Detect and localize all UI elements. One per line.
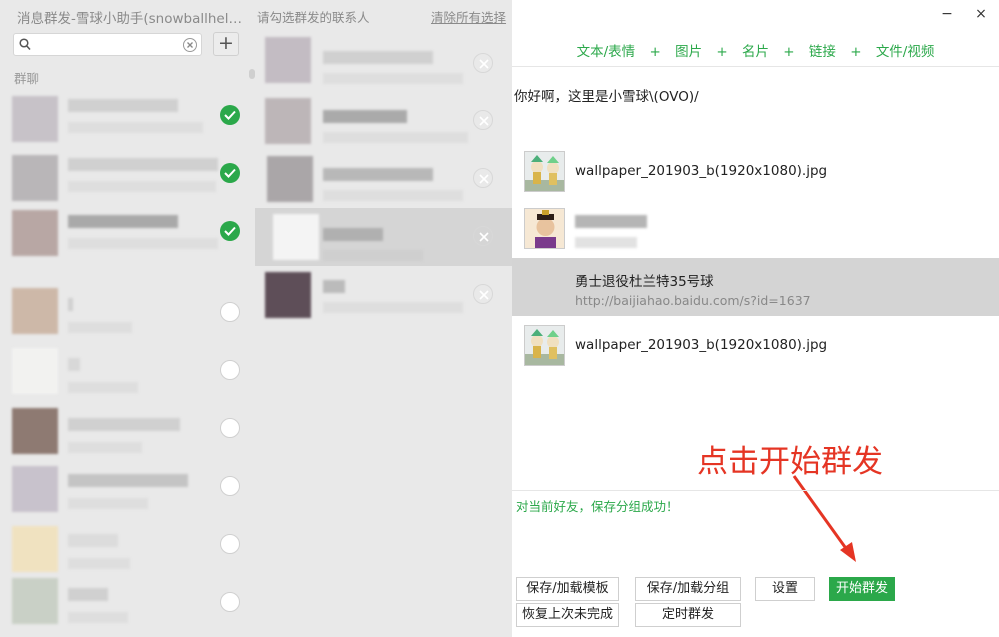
close-button[interactable]: × — [974, 6, 988, 22]
contact-avatar — [524, 208, 565, 249]
contact-checkbox[interactable] — [220, 534, 240, 554]
toolbar-separator: + — [850, 44, 862, 60]
search-box[interactable] — [13, 33, 202, 56]
image-thumbnail — [524, 151, 565, 192]
save-load-template-button[interactable]: 保存/加载模板 — [516, 577, 619, 601]
contact-checkbox[interactable] — [220, 163, 240, 183]
remove-contact-button[interactable] — [473, 168, 493, 188]
selected-contact-row[interactable] — [255, 150, 512, 208]
settings-button[interactable]: 设置 — [755, 577, 815, 601]
remove-contact-button[interactable] — [473, 110, 493, 130]
window-title: 消息群发-雪球小助手(snowballhel… — [17, 11, 242, 27]
clear-search-icon[interactable] — [183, 38, 197, 56]
selected-contact-row[interactable] — [255, 92, 512, 150]
status-message: 对当前好友，保存分组成功！ — [516, 499, 679, 514]
contact-checkbox[interactable] — [220, 592, 240, 612]
search-icon — [19, 38, 31, 55]
contact-checkbox[interactable] — [220, 302, 240, 322]
attachment-image[interactable]: wallpaper_201903_b(1920x1080).jpg — [512, 151, 999, 193]
contact-checkbox[interactable] — [220, 105, 240, 125]
start-mass-send-button[interactable]: 开始群发 — [829, 577, 895, 601]
add-button[interactable]: + — [213, 32, 239, 56]
message-editor-panel: − × 文本/表情 + 图片 + 名片 + 链接 + 文件/视频 你好啊，这里是… — [512, 0, 999, 637]
insert-toolbar: 文本/表情 + 图片 + 名片 + 链接 + 文件/视频 — [512, 40, 999, 60]
divider — [512, 66, 999, 67]
search-input[interactable] — [36, 36, 176, 53]
contact-row[interactable] — [12, 155, 218, 205]
add-image-button[interactable]: 图片 — [673, 44, 704, 60]
attachment-filename: wallpaper_201903_b(1920x1080).jpg — [575, 337, 828, 353]
toolbar-separator: + — [716, 44, 728, 60]
contact-row[interactable] — [12, 466, 197, 516]
toolbar-separator: + — [783, 44, 795, 60]
selected-contact-row[interactable] — [255, 34, 512, 92]
contact-checkbox[interactable] — [220, 418, 240, 438]
contact-row[interactable] — [12, 96, 207, 146]
add-text-emoji-button[interactable]: 文本/表情 — [575, 44, 638, 60]
divider — [512, 490, 999, 491]
attachment-name-card[interactable] — [512, 208, 999, 252]
mass-message-window: 消息群发-雪球小助手(snowballhel… + 群聊 请勾选群发的联系人 清… — [0, 0, 999, 637]
selected-contact-row[interactable] — [255, 208, 512, 266]
contact-row[interactable] — [12, 348, 142, 398]
remove-contact-button[interactable] — [473, 53, 493, 73]
attachment-filename: wallpaper_201903_b(1920x1080).jpg — [575, 163, 828, 179]
link-title: 勇士退役杜兰特35号球 — [575, 274, 714, 290]
attachment-link[interactable]: 勇士退役杜兰特35号球 http://baijiahao.baidu.com/s… — [512, 258, 999, 316]
contact-checkbox[interactable] — [220, 221, 240, 241]
selected-panel: 请勾选群发的联系人 清除所有选择 — [255, 0, 512, 637]
contact-checkbox[interactable] — [220, 476, 240, 496]
contact-row[interactable] — [12, 526, 142, 576]
section-label-groups: 群聊 — [14, 71, 40, 86]
contact-checkbox[interactable] — [220, 360, 240, 380]
toolbar-separator: + — [649, 44, 661, 60]
selected-panel-title: 请勾选群发的联系人 — [257, 10, 370, 25]
contact-row[interactable] — [12, 578, 142, 628]
resume-unfinished-button[interactable]: 恢复上次未完成 — [516, 603, 619, 627]
selected-contact-row[interactable] — [255, 266, 512, 324]
remove-contact-button[interactable] — [473, 226, 493, 246]
add-link-button[interactable]: 链接 — [807, 44, 838, 60]
remove-contact-button[interactable] — [473, 284, 493, 304]
image-thumbnail — [524, 325, 565, 366]
add-card-button[interactable]: 名片 — [740, 44, 771, 60]
contacts-panel: 消息群发-雪球小助手(snowballhel… + 群聊 — [0, 0, 255, 637]
add-file-video-button[interactable]: 文件/视频 — [874, 44, 937, 60]
minimize-button[interactable]: − — [940, 6, 954, 22]
contact-row[interactable] — [12, 288, 142, 338]
contact-row[interactable] — [12, 210, 218, 260]
clear-all-link[interactable]: 清除所有选择 — [431, 7, 506, 26]
link-url: http://baijiahao.baidu.com/s?id=1637 — [575, 293, 811, 308]
save-load-group-button[interactable]: 保存/加载分组 — [635, 577, 741, 601]
attachment-image[interactable]: wallpaper_201903_b(1920x1080).jpg — [512, 325, 999, 367]
contact-row[interactable] — [12, 408, 187, 458]
annotation-arrow-icon — [792, 475, 856, 562]
scheduled-send-button[interactable]: 定时群发 — [635, 603, 741, 627]
message-text[interactable]: 你好啊，这里是小雪球\(OVO)/ — [514, 85, 699, 105]
